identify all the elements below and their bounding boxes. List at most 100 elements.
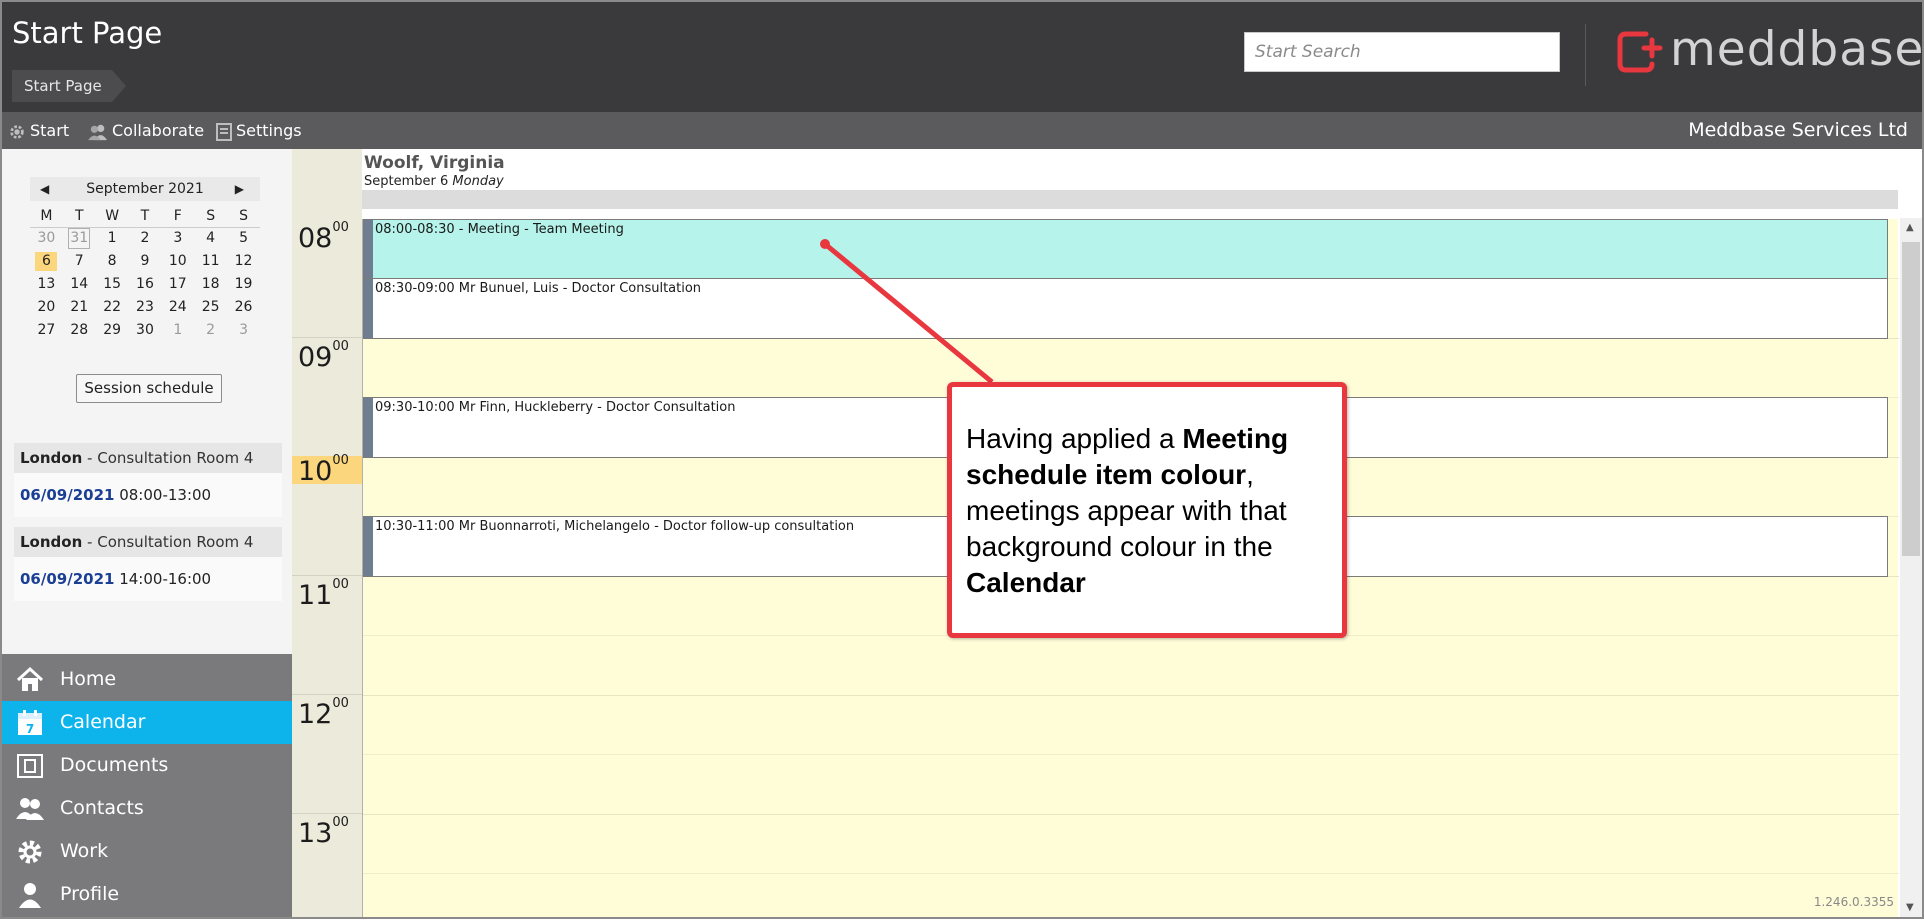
toolbar-collaborate[interactable]: Collaborate [88, 112, 204, 149]
day-cell[interactable]: 23 [134, 298, 156, 317]
day-cell[interactable]: 8 [101, 252, 123, 271]
scroll-up-arrow-icon[interactable]: ▲ [1906, 222, 1914, 233]
day-cell[interactable]: 25 [200, 298, 222, 317]
day-cell[interactable]: 15 [101, 275, 123, 294]
day-cell[interactable]: 28 [68, 321, 90, 340]
day-cell[interactable]: 2 [134, 229, 156, 248]
calendar-icon: 7 [18, 710, 42, 736]
day-cell[interactable]: 13 [35, 275, 57, 294]
day-cell[interactable]: 21 [68, 298, 90, 317]
scroll-down-arrow-icon[interactable]: ▼ [1906, 902, 1914, 913]
toolbar-start[interactable]: Start [8, 112, 69, 149]
mini-calendar-grid: M T W T F S S 30 31 1 2 3 4 5 6 7 8 9 10… [30, 205, 260, 342]
session-item[interactable]: London - Consultation Room 4 06/09/2021 … [14, 443, 282, 517]
session-time: 06/09/2021 08:00-13:00 [14, 473, 282, 517]
session-item[interactable]: London - Consultation Room 4 06/09/2021 … [14, 527, 282, 601]
session-schedule-button[interactable]: Session schedule [76, 374, 222, 403]
meeting-item[interactable]: 08:00-08:30 - Meeting - Team Meeting [363, 219, 1888, 279]
appointment-item[interactable]: 08:30-09:00 Mr Bunuel, Luis - Doctor Con… [363, 278, 1888, 339]
hour-divider [292, 575, 362, 576]
day-cell-selected[interactable]: 6 [35, 252, 58, 271]
nav-item-profile[interactable]: Profile [2, 873, 292, 916]
day-cell[interactable]: 9 [134, 252, 156, 271]
toolbar-start-label: Start [30, 121, 70, 140]
hour-line [363, 695, 1899, 696]
weekday-label: S [227, 205, 260, 228]
vertical-scrollbar[interactable]: ▲ ▼ [1900, 218, 1922, 917]
weekday-label: W [95, 205, 129, 228]
breadcrumb[interactable]: Start Page [12, 70, 126, 102]
meddbase-logo-icon [1617, 31, 1663, 73]
day-cell[interactable]: 31 [68, 228, 91, 250]
month-label: September 2021 [86, 181, 204, 197]
session-time: 06/09/2021 14:00-16:00 [14, 557, 282, 601]
day-cell[interactable]: 30 [134, 321, 156, 340]
all-day-row[interactable] [362, 190, 1898, 209]
day-cell[interactable]: 17 [167, 275, 189, 294]
day-cell[interactable]: 2 [200, 321, 222, 340]
day-cell[interactable]: 27 [35, 321, 57, 340]
documents-icon [17, 754, 43, 778]
day-cell[interactable]: 24 [167, 298, 189, 317]
page-title: Start Page [12, 16, 163, 50]
day-cell[interactable]: 18 [200, 275, 222, 294]
hour-label: 1200 [298, 696, 349, 730]
session-location: London - Consultation Room 4 [14, 527, 282, 557]
hour-label: 0900 [298, 339, 349, 373]
day-cell[interactable]: 12 [233, 252, 255, 271]
hour-divider [292, 694, 362, 695]
nav-label: Documents [60, 754, 169, 776]
calendar-date: September 6 Monday [364, 174, 504, 189]
weekday-label: T [62, 205, 96, 228]
day-cell[interactable]: 29 [101, 321, 123, 340]
nav-item-calendar[interactable]: 7 Calendar [2, 701, 292, 744]
hour-line [363, 814, 1899, 815]
header-divider [1585, 24, 1586, 86]
nav-item-home[interactable]: Home [2, 658, 292, 701]
weekday-label: T [128, 205, 162, 228]
toolbar-settings[interactable]: Settings [216, 112, 302, 149]
day-cell[interactable]: 20 [35, 298, 57, 317]
day-cell[interactable]: 4 [200, 229, 222, 248]
gear-icon [18, 840, 42, 864]
nav-label: Calendar [60, 711, 146, 733]
day-cell[interactable]: 3 [233, 321, 255, 340]
settings-panel-icon [216, 122, 232, 141]
scroll-thumb[interactable] [1902, 242, 1920, 556]
main-nav: Home 7 Calendar Documents Contacts Work [2, 654, 292, 917]
day-cell[interactable]: 14 [68, 275, 90, 294]
toolbar-settings-label: Settings [236, 121, 302, 140]
day-cell[interactable]: 16 [134, 275, 156, 294]
logo-text: meddbase® [1670, 22, 1924, 77]
nav-item-contacts[interactable]: Contacts [2, 787, 292, 830]
day-cell[interactable]: 5 [233, 229, 255, 248]
day-cell[interactable]: 10 [167, 252, 189, 271]
day-cell[interactable]: 1 [167, 321, 189, 340]
day-cell[interactable]: 26 [233, 298, 255, 317]
half-hour-line [363, 873, 1899, 874]
day-cell[interactable]: 22 [101, 298, 123, 317]
hour-divider [292, 337, 362, 338]
day-cell[interactable]: 19 [233, 275, 255, 294]
hour-label: 1300 [298, 815, 349, 849]
time-column: 0800 0900 1000 1100 1200 1300 [292, 149, 362, 917]
next-month-button[interactable]: ▶ [235, 177, 244, 201]
mini-calendar: ◀ September 2021 ▶ M T W T F S S 30 31 1… [30, 177, 260, 342]
annotation-callout: Having applied a Meeting schedule item c… [947, 382, 1347, 638]
half-hour-line [363, 754, 1899, 755]
app-header: Start Page Start Page meddbase® [2, 2, 1924, 112]
day-cell[interactable]: 11 [200, 252, 222, 271]
gear-icon [10, 124, 24, 139]
prev-month-button[interactable]: ◀ [40, 177, 49, 201]
day-cell[interactable]: 30 [35, 229, 57, 248]
nav-item-work[interactable]: Work [2, 830, 292, 873]
nav-label: Profile [60, 883, 120, 905]
day-cell[interactable]: 1 [101, 229, 123, 248]
hour-label: 0800 [298, 220, 349, 254]
version-label: 1.246.0.3355 [1813, 895, 1894, 909]
day-cell[interactable]: 7 [68, 252, 90, 271]
day-cell[interactable]: 3 [167, 229, 189, 248]
search-input[interactable] [1244, 32, 1560, 72]
nav-item-documents[interactable]: Documents [2, 744, 292, 787]
toolbar: Start Collaborate Settings Meddbase Serv… [2, 112, 1922, 149]
